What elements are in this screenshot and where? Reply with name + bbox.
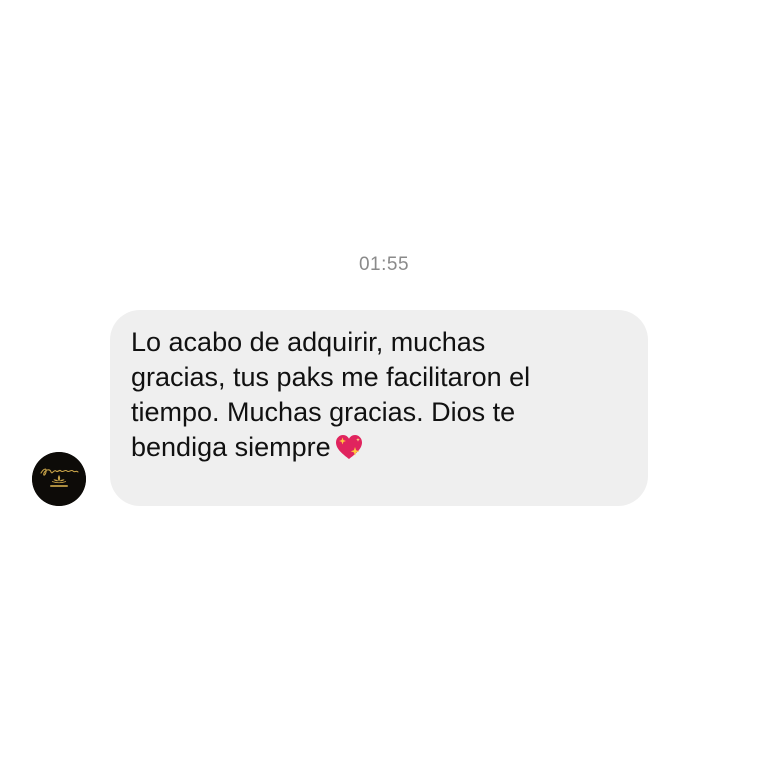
message-text: Lo acabo de adquirir, muchas gracias, tu… — [131, 327, 531, 462]
message-timestamp: 01:55 — [358, 254, 410, 275]
message-row: Lo acabo de adquirir, muchas gracias, tu… — [32, 310, 652, 506]
message-bubble[interactable]: Lo acabo de adquirir, muchas gracias, tu… — [110, 310, 648, 506]
sparkling-heart-icon — [334, 432, 364, 462]
brand-logo-icon — [32, 452, 86, 506]
avatar[interactable] — [32, 452, 86, 506]
